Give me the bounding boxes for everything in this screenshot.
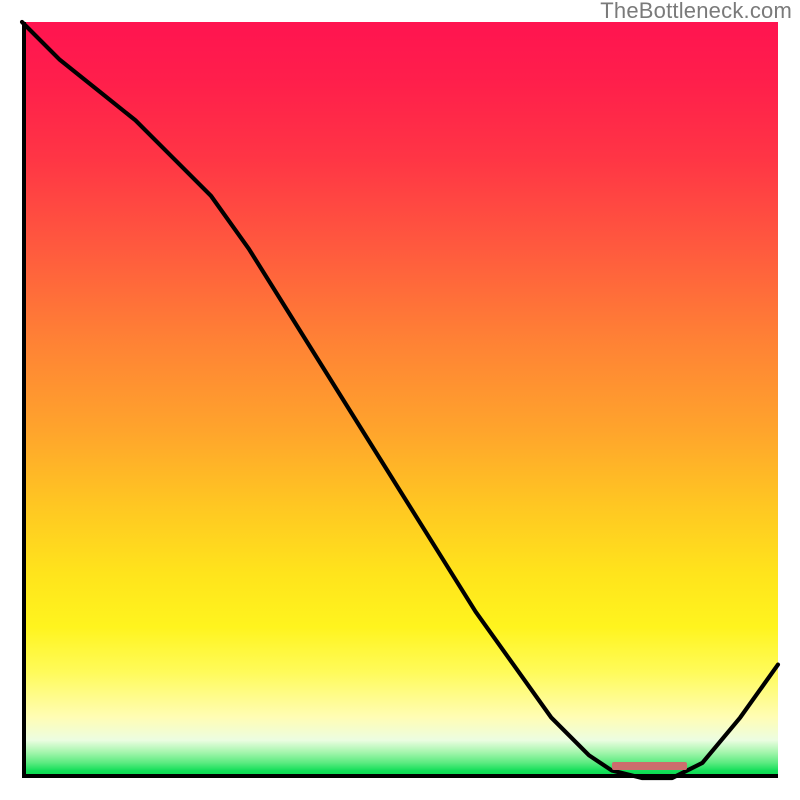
curve-layer: [22, 22, 778, 778]
bottleneck-curve: [22, 22, 778, 778]
attribution-text: TheBottleneck.com: [600, 0, 792, 24]
plot-area: [22, 22, 778, 778]
bottleneck-chart: TheBottleneck.com: [0, 0, 800, 800]
optimal-range-marker: [612, 762, 688, 770]
